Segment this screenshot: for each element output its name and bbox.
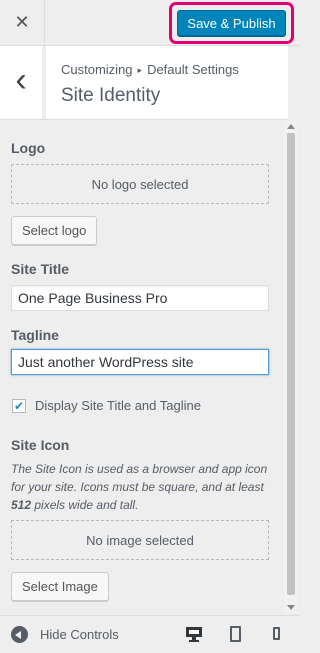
close-button[interactable]: ✕ <box>0 0 45 45</box>
description-size: 512 <box>11 498 32 512</box>
select-logo-button[interactable]: Select logo <box>11 216 98 245</box>
logo-label: Logo <box>11 140 46 156</box>
site-icon-dropzone[interactable]: No image selected <box>11 520 269 560</box>
breadcrumb: Customizing ▸ Default Settings <box>61 62 239 77</box>
customizer-footer: Hide Controls <box>0 615 299 653</box>
hide-controls-label: Hide Controls <box>40 627 119 642</box>
select-image-button[interactable]: Select Image <box>11 572 109 601</box>
logo-dropzone[interactable]: No logo selected <box>11 164 269 204</box>
breadcrumb-separator-icon: ▸ <box>137 65 143 75</box>
site-title-input[interactable]: One Page Business Pro <box>11 285 269 311</box>
checkmark-icon: ✔ <box>13 399 25 413</box>
site-title-label: Site Title <box>11 261 70 277</box>
scrollbar[interactable] <box>284 121 297 613</box>
scroll-down-icon[interactable] <box>287 605 295 610</box>
publish-highlight: Save & Publish <box>169 2 294 44</box>
tablet-icon[interactable] <box>230 626 241 642</box>
description-text: pixels wide and tall. <box>31 498 139 512</box>
tagline-label: Tagline <box>11 327 59 343</box>
display-title-label: Display Site Title and Tagline <box>35 398 201 413</box>
site-icon-description: The Site Icon is used as a browser and a… <box>11 460 273 514</box>
breadcrumb-item: Default Settings <box>147 62 239 77</box>
desktop-icon[interactable] <box>186 625 202 643</box>
hide-controls-button[interactable]: Hide Controls <box>11 626 119 643</box>
chevron-left-icon: ‹ <box>15 60 27 99</box>
scroll-thumb[interactable] <box>287 133 295 595</box>
site-icon-label: Site Icon <box>11 437 70 453</box>
breadcrumb-item: Customizing <box>61 62 133 77</box>
back-button[interactable]: ‹ <box>0 46 46 119</box>
close-icon: ✕ <box>14 12 30 32</box>
mobile-icon[interactable] <box>273 627 280 640</box>
collapse-arrow-icon <box>11 626 28 643</box>
section-header: ‹ Customizing ▸ Default Settings Site Iden… <box>0 46 288 120</box>
save-publish-button[interactable]: Save & Publish <box>177 10 286 36</box>
section-title: Site Identity <box>61 85 161 106</box>
description-text: The Site Icon is used as a browser and a… <box>11 462 268 494</box>
scroll-up-icon[interactable] <box>287 124 295 129</box>
display-title-checkbox[interactable]: ✔ <box>12 399 26 413</box>
tagline-input[interactable]: Just another WordPress site <box>11 349 269 375</box>
customizer-header: ✕ Save & Publish <box>0 0 299 46</box>
